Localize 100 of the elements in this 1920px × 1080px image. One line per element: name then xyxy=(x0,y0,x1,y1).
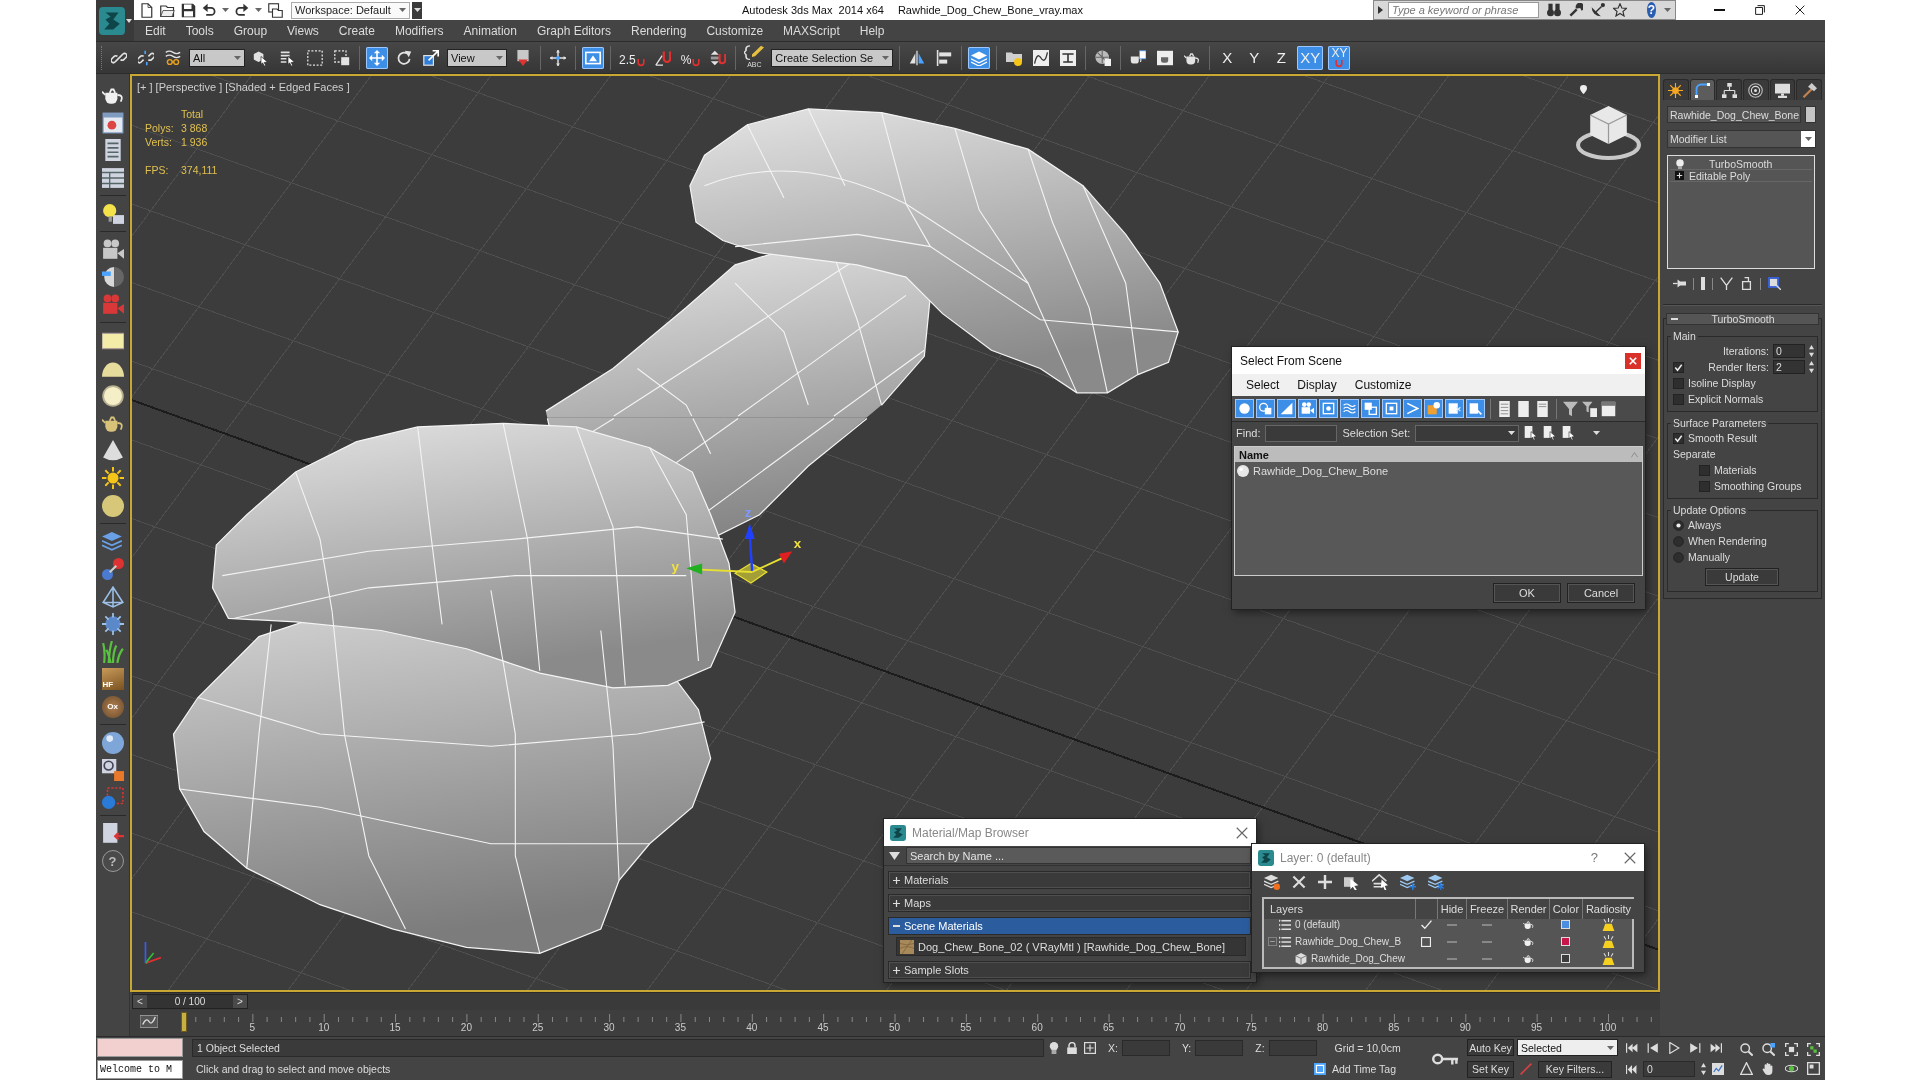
lamp-icon[interactable] xyxy=(1601,935,1615,948)
plus-icon[interactable] xyxy=(893,899,900,907)
cone-icon[interactable] xyxy=(101,439,124,462)
triangle-outline-icon[interactable] xyxy=(1740,1061,1754,1075)
stacked-layers-icon[interactable] xyxy=(968,46,991,69)
command-panel-tab[interactable] xyxy=(1716,79,1742,100)
caret-icon[interactable] xyxy=(1593,431,1601,435)
viewport-menu-label[interactable]: [Perspective ] xyxy=(155,81,223,93)
triangle-icon[interactable] xyxy=(1277,399,1296,418)
lamp-icon[interactable] xyxy=(1601,952,1615,965)
fork-icon[interactable] xyxy=(1720,277,1733,290)
menu-item[interactable]: Views xyxy=(277,23,329,38)
minus-box-icon[interactable] xyxy=(1268,937,1277,946)
plus-icon[interactable] xyxy=(1318,875,1332,889)
checkbox[interactable] xyxy=(1673,377,1684,389)
table-sheet-icon[interactable] xyxy=(101,166,124,189)
menu-item[interactable]: Select xyxy=(1246,378,1280,392)
star-icon[interactable] xyxy=(1613,3,1627,17)
command-panel-tab[interactable] xyxy=(1663,79,1689,100)
wrench-icon[interactable] xyxy=(1569,3,1583,17)
header-sheet-icon[interactable] xyxy=(1535,400,1550,417)
framed-cross-icon[interactable] xyxy=(1084,1041,1096,1054)
panel-sheet-icon[interactable] xyxy=(1601,400,1616,417)
light-bulb-icon[interactable] xyxy=(1048,1041,1060,1054)
key-mode-dropdown[interactable]: Selected xyxy=(1517,1039,1618,1057)
folder-window-icon[interactable] xyxy=(268,2,283,18)
modifier-stack-item[interactable]: TurboSmooth xyxy=(1670,158,1812,170)
cancel-button[interactable]: Cancel xyxy=(1567,583,1635,603)
ok-button[interactable]: OK xyxy=(1493,583,1561,603)
column-header[interactable]: Freeze xyxy=(1466,899,1507,919)
category-header[interactable]: Maps xyxy=(888,894,1251,912)
bulb-panel-icon[interactable] xyxy=(101,202,124,225)
maxscript-listener-field[interactable] xyxy=(97,1037,183,1057)
spinner-arrows-icon[interactable] xyxy=(1809,361,1814,373)
bin-icon[interactable] xyxy=(1740,277,1753,290)
menu-item[interactable]: Customize xyxy=(1354,378,1412,392)
layers-dot-icon[interactable] xyxy=(1264,874,1280,890)
viewport-menu-label[interactable]: [+ ] xyxy=(137,81,153,93)
command-panel-tab[interactable] xyxy=(1743,79,1769,100)
listener-output-field[interactable]: Welcome to M xyxy=(97,1060,183,1080)
spinner-field[interactable]: 2 xyxy=(1773,360,1805,374)
wicker-ball-button[interactable]: Ox xyxy=(101,695,124,718)
cross-icon[interactable] xyxy=(1292,875,1306,889)
chevron-icon[interactable] xyxy=(1403,399,1422,418)
rewind-icon[interactable] xyxy=(1626,1063,1637,1075)
movie-camera-icon[interactable] xyxy=(101,238,124,261)
sun-icon[interactable] xyxy=(101,467,124,489)
light-disc-icon[interactable] xyxy=(101,384,124,407)
check-mark-icon[interactable] xyxy=(1420,919,1432,930)
step-back-icon[interactable] xyxy=(1647,1041,1659,1054)
mini-curve-editor-icon[interactable] xyxy=(140,1014,158,1029)
workspace-dropdown[interactable]: Workspace: Default xyxy=(291,1,410,19)
menu-item[interactable]: Customize xyxy=(696,23,774,38)
box-cursor-icon[interactable] xyxy=(1344,874,1360,890)
modifier-list-dropdown[interactable]: Modifier List xyxy=(1667,130,1816,148)
command-panel-tab[interactable] xyxy=(1796,79,1823,100)
zoom-extents-tiles-icon[interactable] xyxy=(1806,1042,1820,1056)
toolbar-dropdown[interactable]: All xyxy=(189,48,245,67)
undo-arrow-icon[interactable] xyxy=(202,3,216,17)
menu-item[interactable]: Help xyxy=(849,23,895,38)
sheet-arrow-icon[interactable] xyxy=(101,822,124,845)
material-item[interactable]: Dog_Chew_Bone_02 ( VRayMtl ) [Rawhide_Dog_Chew_Bone] xyxy=(896,937,1246,956)
plus-box-icon[interactable] xyxy=(1675,171,1684,180)
bone-upper-half-drawing[interactable] xyxy=(545,108,1179,418)
layer-color-icon[interactable] xyxy=(1561,937,1570,946)
column-header[interactable]: Render xyxy=(1507,899,1549,919)
current-frame-field[interactable]: 0 xyxy=(1643,1061,1695,1078)
menu-item[interactable]: Edit xyxy=(135,23,176,38)
hair-button[interactable]: HF xyxy=(101,668,124,690)
add-time-tag-button[interactable]: Add Time Tag xyxy=(1314,1063,1396,1076)
column-header[interactable]: Radiosity xyxy=(1582,899,1634,919)
redo-arrow-icon[interactable] xyxy=(235,3,249,17)
auto-key-button[interactable]: Auto Key xyxy=(1467,1039,1514,1057)
menu-item[interactable]: Modifiers xyxy=(384,23,454,38)
object-name-field[interactable]: Rawhide_Dog_Chew_Bone xyxy=(1667,106,1801,123)
move-gizmo[interactable] xyxy=(686,523,793,584)
column-header[interactable]: Name xyxy=(1235,447,1642,462)
radio-button[interactable] xyxy=(1673,551,1684,563)
movie-camera-icon[interactable] xyxy=(1298,399,1317,418)
radio-button[interactable] xyxy=(1673,519,1684,531)
previous-frame-button[interactable]: < xyxy=(133,995,147,1008)
menu-item[interactable]: Group xyxy=(223,23,278,38)
grass-icon[interactable] xyxy=(101,640,124,663)
caret-icon[interactable] xyxy=(222,8,229,12)
coordinate-field[interactable] xyxy=(1121,1039,1170,1056)
snap-toggle-button[interactable]: 2.5 xyxy=(617,45,647,70)
wire-pyramid-icon[interactable] xyxy=(101,585,124,608)
zoom-extents-icon[interactable] xyxy=(1784,1042,1798,1056)
category-header[interactable]: Scene Materials xyxy=(888,917,1251,935)
help-button[interactable]: ? xyxy=(1647,2,1656,18)
spinner-field[interactable]: 0 xyxy=(1773,344,1805,358)
view-cube-icon[interactable] xyxy=(1576,104,1641,160)
checkbox[interactable] xyxy=(1673,393,1684,405)
teapot-icon[interactable] xyxy=(1522,919,1534,930)
search-field[interactable]: Search by Name ... xyxy=(906,847,1251,864)
open-folder-icon[interactable] xyxy=(160,2,175,18)
spiky-ball-icon[interactable] xyxy=(101,613,124,635)
layer-name[interactable]: 0 (default) xyxy=(1295,919,1341,930)
set-key-button[interactable]: Set Key xyxy=(1467,1060,1514,1078)
key-filters-button[interactable]: Key Filters... xyxy=(1538,1060,1612,1078)
